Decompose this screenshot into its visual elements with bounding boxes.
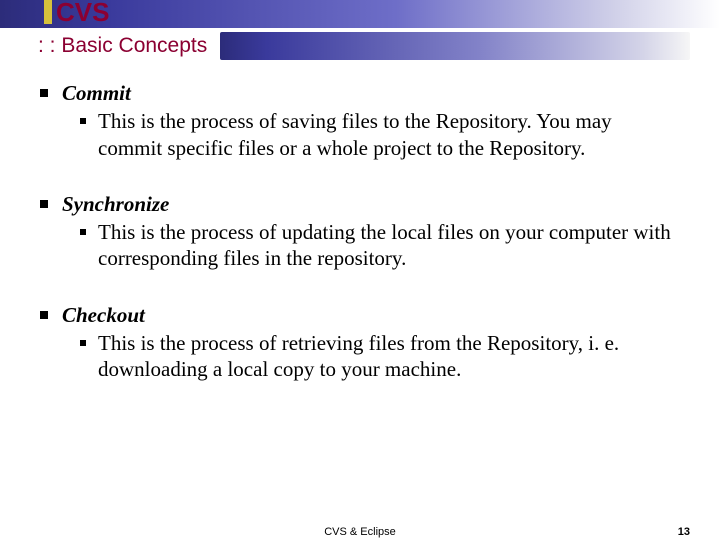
- list-item: Commit This is the process of saving fil…: [40, 80, 680, 161]
- sub-bullet-icon: [80, 340, 86, 346]
- item-body: Synchronize This is the process of updat…: [62, 191, 680, 272]
- slide-subtitle: : : Basic Concepts: [38, 34, 207, 58]
- item-body: Commit This is the process of saving fil…: [62, 80, 680, 161]
- page-number: 13: [678, 526, 690, 538]
- list-item: Synchronize This is the process of updat…: [40, 191, 680, 272]
- item-term: Synchronize: [62, 191, 680, 217]
- sub-item: This is the process of updating the loca…: [62, 219, 680, 272]
- item-desc: This is the process of saving files to t…: [98, 108, 680, 161]
- slide-title: CVS: [56, 0, 109, 28]
- list-item: Checkout This is the process of retrievi…: [40, 302, 680, 383]
- item-term: Commit: [62, 80, 680, 106]
- sub-bullet-icon: [80, 229, 86, 235]
- footer-text: CVS & Eclipse: [0, 526, 720, 538]
- subtitle-gradient: [220, 32, 690, 60]
- sub-bullet-icon: [80, 118, 86, 124]
- sub-item: This is the process of saving files to t…: [62, 108, 680, 161]
- title-accent: [44, 0, 52, 24]
- item-desc: This is the process of updating the loca…: [98, 219, 680, 272]
- title-bar: CVS: [0, 0, 720, 28]
- sub-item: This is the process of retrieving files …: [62, 330, 680, 383]
- bullet-icon: [40, 311, 48, 319]
- content-area: Commit This is the process of saving fil…: [0, 60, 720, 382]
- bullet-icon: [40, 89, 48, 97]
- item-term: Checkout: [62, 302, 680, 328]
- subtitle-bar: : : Basic Concepts: [0, 32, 720, 60]
- item-desc: This is the process of retrieving files …: [98, 330, 680, 383]
- bullet-icon: [40, 200, 48, 208]
- item-body: Checkout This is the process of retrievi…: [62, 302, 680, 383]
